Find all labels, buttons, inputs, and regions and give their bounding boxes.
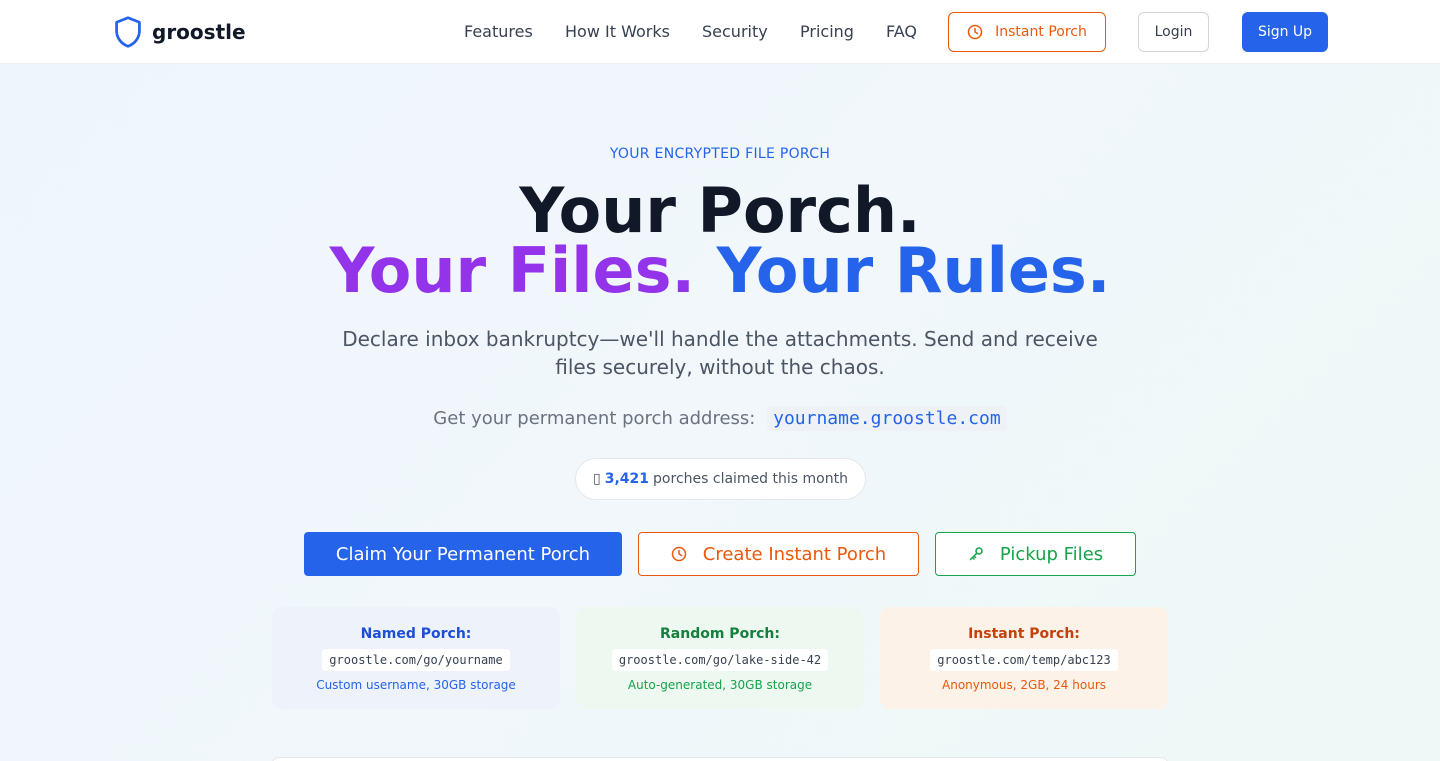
- instant-porch-card: Instant Porch: groostle.com/temp/abc123 …: [880, 607, 1168, 709]
- shield-icon: [115, 16, 141, 48]
- nav-instant-porch-label: Instant Porch: [995, 24, 1087, 40]
- nav-link-faq[interactable]: FAQ: [886, 20, 917, 44]
- hero-headline-line2: Your Files. Your Rules.: [0, 238, 1440, 304]
- top-nav: groostle Features How It Works Security …: [0, 0, 1440, 64]
- named-porch-url: groostle.com/go/yourname: [322, 649, 510, 671]
- random-porch-title: Random Porch:: [660, 626, 780, 642]
- instant-porch-desc: Anonymous, 2GB, 24 hours: [942, 678, 1106, 692]
- clock-icon: [967, 24, 983, 40]
- nav-link-security[interactable]: Security: [702, 20, 768, 44]
- login-button[interactable]: Login: [1138, 12, 1209, 52]
- random-porch-desc: Auto-generated, 30GB storage: [627, 678, 813, 692]
- porch-address-code: yourname.groostle.com: [767, 406, 1007, 431]
- porch-address-label: Get your permanent porch address:: [433, 408, 756, 429]
- claimed-text: porches claimed this month: [653, 471, 848, 487]
- claimed-count-badge: ▯ 3,421 porches claimed this month: [575, 458, 866, 500]
- random-porch-card: Random Porch: groostle.com/go/lake-side-…: [576, 607, 864, 709]
- badge-icon: ▯: [593, 471, 601, 487]
- claim-permanent-porch-button[interactable]: Claim Your Permanent Porch: [304, 532, 622, 576]
- nav-link-how-it-works[interactable]: How It Works: [565, 20, 670, 44]
- instant-porch-url: groostle.com/temp/abc123: [930, 649, 1118, 671]
- hero-subtext: Declare inbox bankruptcy—we'll handle th…: [342, 327, 1098, 379]
- key-icon: [969, 547, 983, 561]
- pickup-files-label: Pickup Files: [999, 543, 1104, 565]
- nav-instant-porch-button[interactable]: Instant Porch: [948, 12, 1106, 52]
- signup-button[interactable]: Sign Up: [1242, 12, 1328, 52]
- claim-permanent-porch-label: Claim Your Permanent Porch: [335, 543, 591, 565]
- hero-eyebrow: YOUR ENCRYPTED FILE PORCH: [609, 146, 831, 162]
- claimed-count: 3,421: [604, 471, 650, 487]
- clock-icon: [671, 546, 687, 562]
- create-instant-porch-label: Create Instant Porch: [702, 543, 887, 565]
- pickup-files-button[interactable]: Pickup Files: [935, 532, 1136, 576]
- bottom-panel: [270, 757, 1170, 761]
- headline-your-rules: Your Rules.: [716, 234, 1111, 307]
- instant-porch-title: Instant Porch:: [968, 626, 1080, 642]
- nav-link-pricing[interactable]: Pricing: [800, 20, 854, 44]
- create-instant-porch-button[interactable]: Create Instant Porch: [638, 532, 919, 576]
- nav-link-features[interactable]: Features: [464, 20, 533, 44]
- random-porch-url: groostle.com/go/lake-side-42: [611, 649, 829, 671]
- named-porch-title: Named Porch:: [360, 626, 472, 642]
- named-porch-desc: Custom username, 30GB storage: [316, 678, 516, 692]
- headline-your-files: Your Files.: [329, 234, 696, 307]
- brand-logo[interactable]: groostle: [114, 16, 246, 48]
- brand-name: groostle: [152, 20, 246, 44]
- porch-address-row: Get your permanent porch address: yourna…: [0, 405, 1440, 433]
- named-porch-card: Named Porch: groostle.com/go/yourname Cu…: [272, 607, 560, 709]
